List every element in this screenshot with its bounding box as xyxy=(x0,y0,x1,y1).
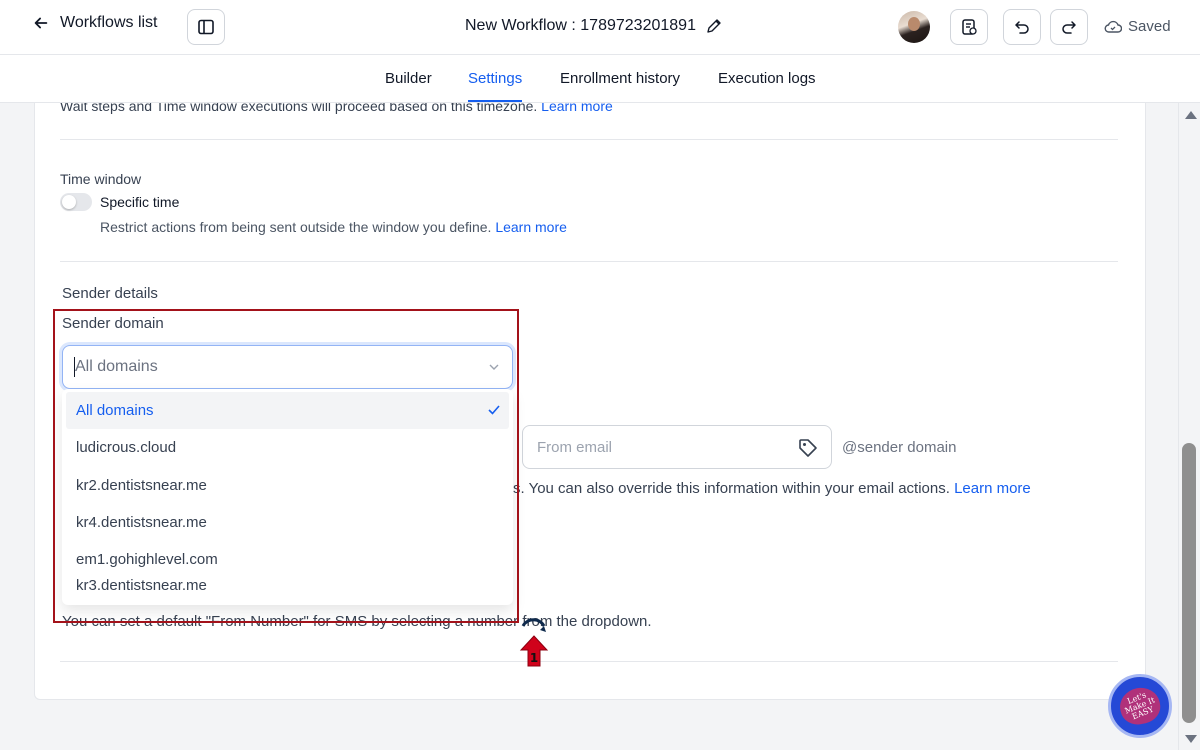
undo-button[interactable] xyxy=(1003,9,1041,45)
top-header: Workflows list New Workflow : 1789723201… xyxy=(0,0,1200,55)
time-window-learn-more-link[interactable]: Learn more xyxy=(495,219,567,235)
badge-text: Let's Make It EASY xyxy=(1123,690,1157,722)
time-window-help: Restrict actions from being sent outside… xyxy=(100,219,567,235)
workflow-review-button[interactable] xyxy=(950,9,988,45)
arrow-left-icon xyxy=(34,17,48,29)
lets-make-it-easy-badge: Let's Make It EASY xyxy=(1108,674,1172,738)
step-marker-number: 1 xyxy=(530,651,538,665)
sidebar-toggle-button[interactable] xyxy=(187,9,225,45)
pencil-edit-icon[interactable] xyxy=(706,18,722,34)
scroll-up-arrow-icon[interactable] xyxy=(1185,111,1197,119)
specific-time-label: Specific time xyxy=(100,194,180,210)
sender-domain-suffix: @sender domain xyxy=(842,439,957,456)
save-status-label: Saved xyxy=(1128,18,1171,35)
tab-settings[interactable]: Settings xyxy=(468,70,523,102)
back-label: Workflows list xyxy=(60,14,158,31)
timezone-note: Wait steps and Time window executions wi… xyxy=(60,103,613,114)
timezone-learn-more-link[interactable]: Learn more xyxy=(541,103,613,114)
heart-icon: Let's Make It EASY xyxy=(1116,684,1164,728)
tab-execution-logs[interactable]: Execution logs xyxy=(718,70,816,87)
time-window-help-text: Restrict actions from being sent outside… xyxy=(100,219,492,235)
override-learn-more-link[interactable]: Learn more xyxy=(954,480,1031,497)
sidebar-panel-icon xyxy=(198,19,214,35)
workflow-name: New Workflow : 1789723201891 xyxy=(465,17,696,34)
undo-icon xyxy=(1015,21,1029,34)
divider xyxy=(60,139,1118,140)
from-email-placeholder: From email xyxy=(537,439,613,456)
back-to-workflows-button[interactable]: Workflows list xyxy=(32,14,158,32)
divider xyxy=(60,261,1118,262)
annotation-highlight-box xyxy=(53,309,519,623)
timezone-note-text: Wait steps and Time window executions wi… xyxy=(60,103,538,114)
vertical-scrollbar[interactable] xyxy=(1178,103,1200,750)
redo-icon xyxy=(1062,21,1076,34)
from-email-input[interactable]: From email xyxy=(522,425,832,469)
avatar[interactable] xyxy=(898,11,930,43)
workflow-title: New Workflow : 1789723201891 xyxy=(465,17,722,35)
save-status: Saved xyxy=(1104,18,1171,35)
cloud-check-icon xyxy=(1104,20,1122,33)
specific-time-toggle[interactable] xyxy=(60,193,92,211)
time-window-label: Time window xyxy=(60,171,142,187)
scroll-down-arrow-icon[interactable] xyxy=(1185,735,1197,743)
clipboard-check-icon xyxy=(962,19,977,35)
tab-enrollment-history[interactable]: Enrollment history xyxy=(560,70,680,87)
workflow-tabs: Builder Settings Enrollment history Exec… xyxy=(0,55,1200,103)
tab-builder[interactable]: Builder xyxy=(385,70,432,87)
scrollbar-thumb[interactable] xyxy=(1182,443,1196,723)
override-note-text: s. You can also override this informatio… xyxy=(513,480,950,497)
tag-icon[interactable] xyxy=(797,437,819,459)
divider xyxy=(60,661,1118,662)
sender-details-title: Sender details xyxy=(62,285,158,302)
step-marker-icon: 1 xyxy=(519,618,549,667)
override-note: s. You can also override this informatio… xyxy=(513,480,1031,497)
redo-button[interactable] xyxy=(1050,9,1088,45)
